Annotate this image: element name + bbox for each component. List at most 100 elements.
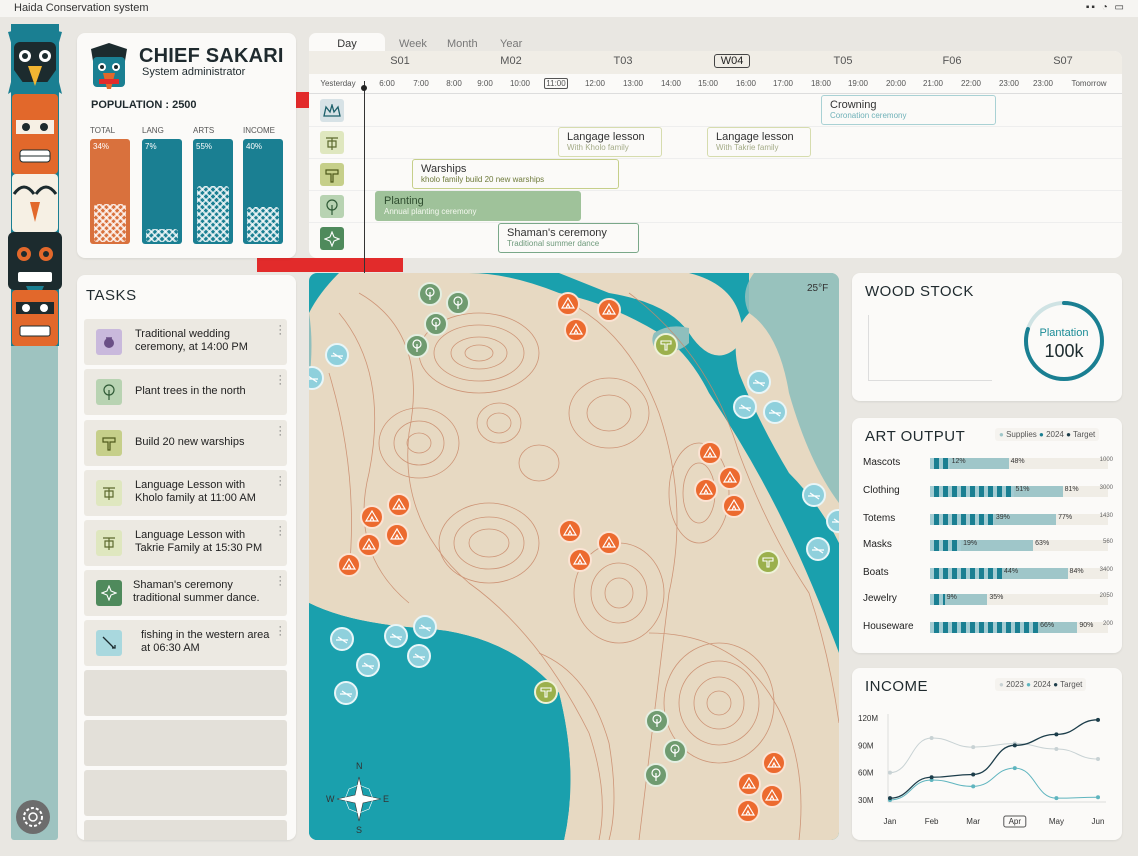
fishing-marker[interactable] — [802, 483, 826, 507]
camp-marker[interactable] — [737, 772, 761, 796]
camp-marker[interactable] — [597, 531, 621, 555]
week-day[interactable]: S01 — [380, 55, 420, 67]
camp-marker[interactable] — [558, 519, 582, 543]
camp-marker[interactable] — [760, 784, 784, 808]
more-icon[interactable]: · · · — [278, 572, 282, 591]
event-shaman[interactable]: Shaman's ceremony Traditional summer dan… — [498, 223, 639, 253]
hour-label[interactable]: 6:00 — [369, 79, 405, 88]
income-legend: ● 2023 ● 2024 ● Target — [995, 678, 1087, 691]
week-day[interactable]: T05 — [823, 55, 863, 67]
hour-label[interactable]: 17:00 — [765, 79, 801, 88]
task-item[interactable]: Shaman's ceremony traditional summer dan… — [84, 570, 287, 616]
warship-marker[interactable] — [654, 333, 678, 357]
hour-label[interactable]: 9:00 — [467, 79, 503, 88]
hour-label[interactable]: 18:00 — [803, 79, 839, 88]
task-item[interactable]: Language Lesson with Kholo family at 11:… — [84, 470, 287, 516]
tree-marker[interactable] — [645, 709, 669, 733]
camp-marker[interactable] — [568, 548, 592, 572]
week-day-active[interactable]: W04 — [714, 54, 750, 68]
camp-marker[interactable] — [597, 298, 621, 322]
compass-w: W — [326, 794, 335, 804]
hour-label[interactable]: 20:00 — [878, 79, 914, 88]
week-day[interactable]: M02 — [491, 55, 531, 67]
task-item[interactable]: Traditional wedding ceremony, at 14:00 P… — [84, 319, 287, 365]
camp-marker[interactable] — [387, 493, 411, 517]
hour-label[interactable]: 14:00 — [653, 79, 689, 88]
hour-label[interactable]: 21:00 — [915, 79, 951, 88]
camp-marker[interactable] — [736, 799, 760, 823]
hour-label[interactable]: 13:00 — [615, 79, 651, 88]
camp-marker[interactable] — [722, 494, 746, 518]
fishing-marker[interactable] — [747, 370, 771, 394]
camp-marker[interactable] — [556, 292, 580, 316]
camp-marker[interactable] — [564, 318, 588, 342]
tree-marker[interactable] — [663, 739, 687, 763]
hour-label[interactable]: 7:00 — [403, 79, 439, 88]
hour-label[interactable]: 23:00 — [1025, 79, 1061, 88]
tree-marker[interactable] — [644, 763, 668, 787]
hour-label-active[interactable]: 11:00 — [544, 78, 568, 89]
week-day[interactable]: S07 — [1043, 55, 1083, 67]
week-day[interactable]: F06 — [932, 55, 972, 67]
task-item[interactable]: Language Lesson with Takrie Family at 15… — [84, 520, 287, 566]
hour-label[interactable]: 16:00 — [728, 79, 764, 88]
tree-marker[interactable] — [405, 334, 429, 358]
warship-marker[interactable] — [756, 550, 780, 574]
more-icon[interactable]: · · · — [278, 472, 282, 491]
fishing-marker[interactable] — [413, 615, 437, 639]
camp-marker[interactable] — [360, 505, 384, 529]
art-target-value: 3400 — [1099, 567, 1113, 573]
territory-map[interactable]: 25°F N E S W — [309, 273, 839, 840]
hour-label[interactable]: 19:00 — [840, 79, 876, 88]
event-language-takrie[interactable]: Langage lesson With Takrie family — [707, 127, 811, 157]
event-language-kholo[interactable]: Langage lesson With Kholo family — [558, 127, 662, 157]
hour-label[interactable]: 15:00 — [690, 79, 726, 88]
task-item[interactable]: fishing in the western area at 06:30 AM … — [84, 620, 287, 666]
hour-label[interactable]: 23:00 — [991, 79, 1027, 88]
fishing-marker[interactable] — [309, 366, 324, 390]
tree-marker[interactable] — [446, 291, 470, 315]
hour-label[interactable]: 22:00 — [953, 79, 989, 88]
more-icon[interactable]: · · · — [278, 371, 282, 390]
fishing-marker[interactable] — [763, 400, 787, 424]
settings-button[interactable] — [16, 800, 50, 834]
fishing-marker[interactable] — [806, 537, 830, 561]
event-crowning[interactable]: Crowning Coronation ceremony — [821, 95, 996, 125]
tree-marker[interactable] — [418, 282, 442, 306]
camp-marker[interactable] — [698, 441, 722, 465]
fishing-marker[interactable] — [330, 627, 354, 651]
more-icon[interactable]: · · · — [278, 321, 282, 340]
hour-label[interactable]: Yesterday — [315, 79, 361, 88]
fishing-marker[interactable] — [384, 624, 408, 648]
tree-icon — [320, 195, 344, 218]
fishing-marker[interactable] — [325, 343, 349, 367]
camp-marker[interactable] — [357, 533, 381, 557]
camp-marker[interactable] — [718, 466, 742, 490]
legend-2023: 2023 — [1006, 680, 1024, 689]
map-temperature: 25°F — [807, 283, 828, 294]
user-role: System administrator — [142, 66, 246, 78]
tree-marker[interactable] — [424, 312, 448, 336]
fishing-marker[interactable] — [407, 644, 431, 668]
series-point — [1012, 766, 1017, 771]
warship-marker[interactable] — [534, 680, 558, 704]
hour-label[interactable]: 12:00 — [577, 79, 613, 88]
hour-label[interactable]: 10:00 — [502, 79, 538, 88]
hour-label[interactable]: Tomorrow — [1065, 79, 1113, 88]
task-item[interactable]: Build 20 new warships · · · — [84, 420, 287, 466]
camp-marker[interactable] — [337, 553, 361, 577]
camp-marker[interactable] — [385, 523, 409, 547]
fishing-marker[interactable] — [356, 653, 380, 677]
camp-marker[interactable] — [694, 478, 718, 502]
week-day[interactable]: T03 — [603, 55, 643, 67]
more-icon[interactable]: · · · — [278, 622, 282, 641]
fishing-marker[interactable] — [733, 395, 757, 419]
fishing-marker[interactable] — [826, 509, 839, 533]
event-planting[interactable]: Planting Annual planting ceremony — [375, 191, 581, 221]
fishing-marker[interactable] — [334, 681, 358, 705]
event-warships[interactable]: Warships kholo family build 20 new warsh… — [412, 159, 619, 189]
more-icon[interactable]: · · · — [278, 522, 282, 541]
task-item[interactable]: Plant trees in the north · · · — [84, 369, 287, 415]
more-icon[interactable]: · · · — [278, 422, 282, 441]
camp-marker[interactable] — [762, 751, 786, 775]
